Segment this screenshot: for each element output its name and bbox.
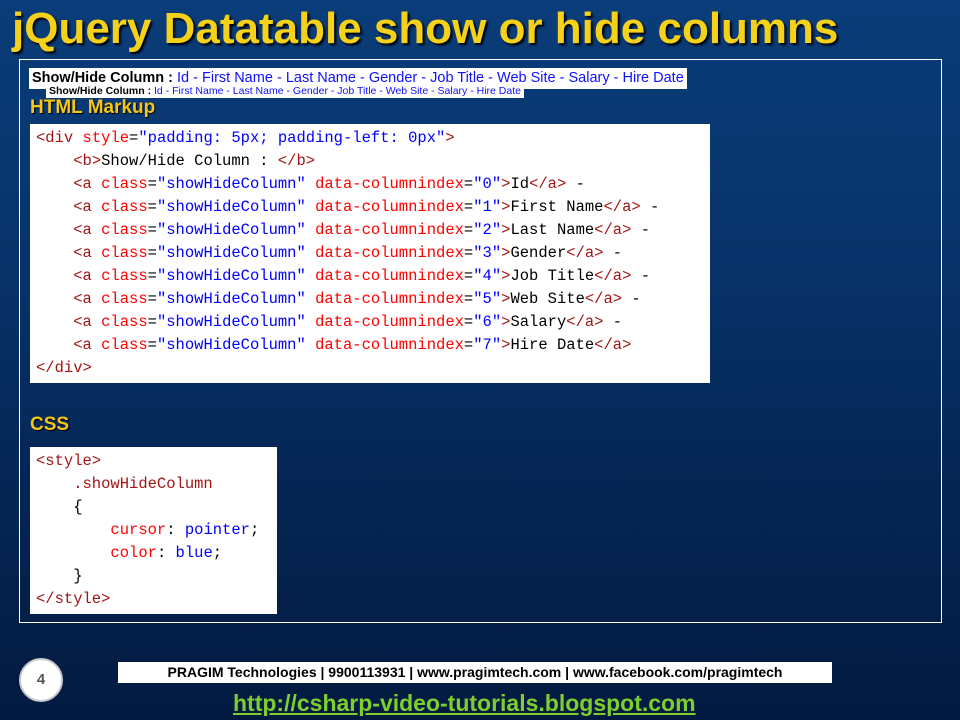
slide-title: jQuery Datatable show or hide columns (12, 4, 839, 53)
css-code-block: <style> .showHideColumn { cursor: pointe… (30, 447, 277, 614)
code-line-anchor: <a class="showHideColumn" data-columnind… (73, 244, 623, 262)
demo-separator: - (613, 70, 619, 86)
code-line-anchor: <a class="showHideColumn" data-columnind… (73, 267, 650, 285)
demo-link-gender-small[interactable]: Gender (293, 85, 328, 97)
demo-separator: - (559, 70, 565, 86)
css-heading: CSS (30, 414, 70, 435)
code-line-bold: <b>Show/Hide Column : </b> (73, 152, 316, 170)
code-line-anchor: <a class="showHideColumn" data-columnind… (73, 175, 585, 193)
demo-link-last-name-small[interactable]: Last Name (233, 85, 284, 97)
demo-separator: - (286, 85, 291, 97)
css-line-cursor: cursor: pointer; (110, 521, 260, 539)
demo-label-small: Show/Hide Column : (49, 85, 152, 97)
demo-separator: - (470, 85, 474, 97)
demo-link-hire-date-small[interactable]: Hire Date (477, 85, 521, 97)
demo-separator: - (165, 85, 170, 97)
demo-link-salary[interactable]: Salary (569, 70, 610, 86)
html-markup-heading: HTML Markup (30, 97, 156, 118)
demo-separator: - (226, 85, 230, 97)
demo-link-web-site-small[interactable]: Web Site (386, 85, 428, 97)
demo-link-id-small[interactable]: Id (154, 85, 163, 97)
demo-link-first-name-small[interactable]: First Name (172, 85, 223, 97)
demo-links-small: Show/Hide Column : Id - First Name - Las… (46, 84, 524, 98)
css-line-color: color: blue; (110, 544, 223, 562)
blog-link[interactable]: http://csharp-video-tutorials.blogspot.c… (233, 690, 696, 717)
code-line-close-div: </div> (36, 359, 92, 377)
code-line-anchor: <a class="showHideColumn" data-columnind… (73, 221, 650, 239)
code-line-open-div: <div style="padding: 5px; padding-left: … (36, 129, 455, 147)
css-line-close-brace: } (36, 567, 83, 585)
css-line-close-style: </style> (36, 590, 111, 608)
demo-link-salary-small[interactable]: Salary (438, 85, 468, 97)
demo-separator: - (379, 85, 383, 97)
code-line-anchor: <a class="showHideColumn" data-columnind… (73, 336, 632, 354)
code-line-anchor: <a class="showHideColumn" data-columnind… (73, 290, 641, 308)
demo-link-hire-date[interactable]: Hire Date (623, 70, 684, 86)
html-code-block: <div style="padding: 5px; padding-left: … (30, 124, 710, 383)
css-line-open-brace: { (36, 498, 83, 516)
demo-separator: - (330, 85, 335, 97)
demo-link-job-title-small[interactable]: Job Title (337, 85, 376, 97)
footer-company-bar: PRAGIM Technologies | 9900113931 | www.p… (118, 662, 832, 683)
css-line-open-style: <style> (36, 452, 102, 470)
code-line-anchor: <a class="showHideColumn" data-columnind… (73, 313, 623, 331)
code-line-anchor: <a class="showHideColumn" data-columnind… (73, 198, 660, 216)
css-line-selector: .showHideColumn (36, 475, 213, 493)
demo-separator: - (431, 85, 435, 97)
page-number-badge: 4 (19, 658, 63, 702)
